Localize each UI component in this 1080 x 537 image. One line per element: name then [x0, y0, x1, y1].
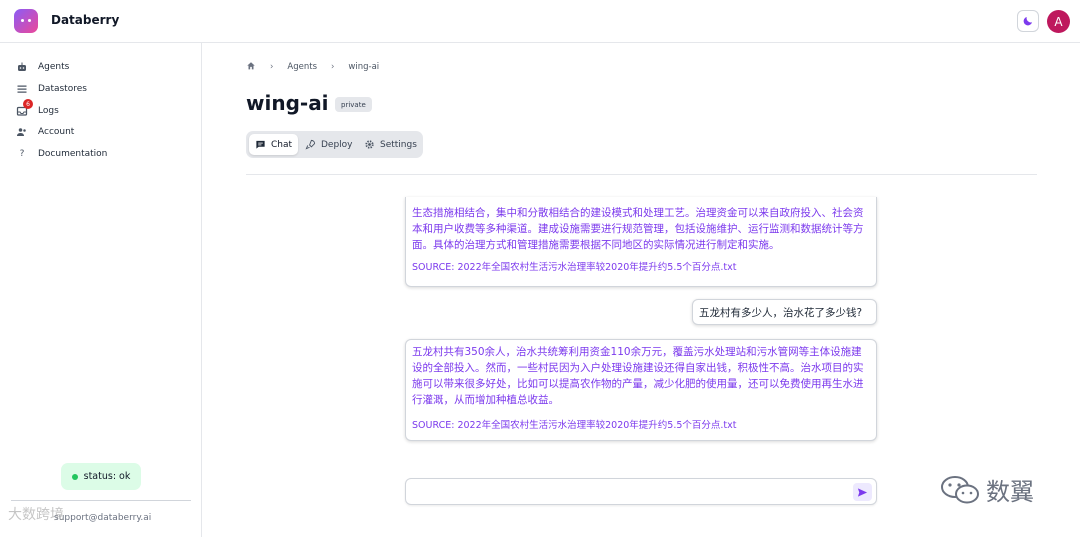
sidebar-item-datastores[interactable]: Datastores — [16, 82, 87, 96]
sidebar-divider — [11, 500, 191, 501]
home-icon[interactable] — [246, 61, 256, 74]
sidebar: Agents Datastores 6 Logs Account ? Docum… — [0, 43, 202, 537]
tab-settings[interactable]: Settings — [358, 134, 423, 155]
chat-icon — [255, 139, 266, 150]
status-badge: status: ok — [61, 463, 141, 490]
breadcrumb-separator: › — [331, 62, 335, 72]
robot-icon — [16, 61, 28, 73]
chat-input[interactable] — [412, 483, 842, 501]
sidebar-item-label: Agents — [38, 62, 70, 72]
user-avatar[interactable]: A — [1047, 10, 1070, 33]
top-bar: Databerry A — [0, 0, 1080, 43]
moon-icon — [1023, 17, 1032, 26]
theme-toggle-button[interactable] — [1017, 10, 1039, 32]
sidebar-item-label: Account — [38, 127, 75, 137]
status-dot-icon — [71, 473, 78, 480]
databerry-logo-icon[interactable] — [14, 9, 38, 33]
page-title: wing-ai — [246, 91, 329, 115]
sidebar-item-label: Documentation — [38, 149, 108, 159]
inbox-icon: 6 — [16, 99, 33, 117]
breadcrumb-current: wing-ai — [348, 62, 380, 72]
brand-name[interactable]: Databerry — [51, 13, 119, 27]
help-icon: ? — [19, 149, 25, 159]
send-icon — [857, 487, 868, 497]
status-text: status: ok — [83, 471, 131, 482]
rocket-icon — [305, 139, 316, 150]
message-source-link[interactable]: SOURCE: 2022年全国农村生活污水治理率较2020年提升约5.5个百分点… — [412, 419, 870, 433]
message-source-link[interactable]: SOURCE: 2022年全国农村生活污水治理率较2020年提升约5.5个百分点… — [412, 261, 870, 275]
sidebar-item-label: Logs — [38, 106, 59, 116]
tab-label: Chat — [271, 139, 293, 150]
visibility-badge: private — [335, 97, 372, 112]
agent-message: 生态措施相结合，集中和分散相结合的建设模式和处理工艺。治理资金可以来自政府投入、… — [405, 197, 877, 287]
tab-label: Settings — [380, 139, 417, 150]
breadcrumb-separator: › — [270, 62, 274, 72]
user-message: 五龙村有多少人，治水花了多少钱? — [692, 299, 877, 325]
tab-deploy[interactable]: Deploy — [299, 134, 359, 155]
tab-label: Deploy — [321, 139, 353, 150]
tab-chat[interactable]: Chat — [249, 134, 299, 155]
user-message-text: 五龙村有多少人，治水花了多少钱? — [699, 306, 863, 319]
watermark-left: 大数跨境 — [8, 507, 64, 523]
breadcrumb-agents-link[interactable]: Agents — [287, 62, 317, 72]
list-icon — [16, 83, 28, 95]
logs-count-badge: 6 — [23, 99, 33, 109]
sidebar-item-label: Datastores — [38, 84, 87, 94]
gear-icon — [364, 139, 375, 150]
support-email-link[interactable]: support@databerry.ai — [54, 513, 151, 523]
agent-message-text: 五龙村共有350余人，治水共统筹利用资金110余万元，覆盖污水处理站和污水管网等… — [412, 346, 864, 406]
send-button[interactable] — [853, 483, 872, 501]
header-divider — [246, 174, 1037, 175]
wechat-icon — [941, 475, 979, 503]
agent-message: 五龙村共有350余人，治水共统筹利用资金110余万元，覆盖污水处理站和污水管网等… — [405, 339, 877, 441]
agent-message-text: 生态措施相结合，集中和分散相结合的建设模式和处理工艺。治理资金可以来自政府投入、… — [412, 207, 864, 251]
sidebar-item-logs[interactable]: 6 Logs — [16, 99, 59, 118]
sidebar-item-account[interactable]: Account — [16, 125, 74, 139]
sidebar-item-agents[interactable]: Agents — [16, 60, 69, 74]
breadcrumb: › Agents › wing-ai — [246, 60, 379, 74]
sidebar-item-documentation[interactable]: ? Documentation — [16, 147, 108, 161]
users-icon — [16, 126, 28, 138]
chat-input-container — [405, 478, 877, 505]
watermark-right: 数翼 — [940, 472, 1034, 507]
agent-tabs: Chat Deploy Settings — [246, 131, 423, 158]
